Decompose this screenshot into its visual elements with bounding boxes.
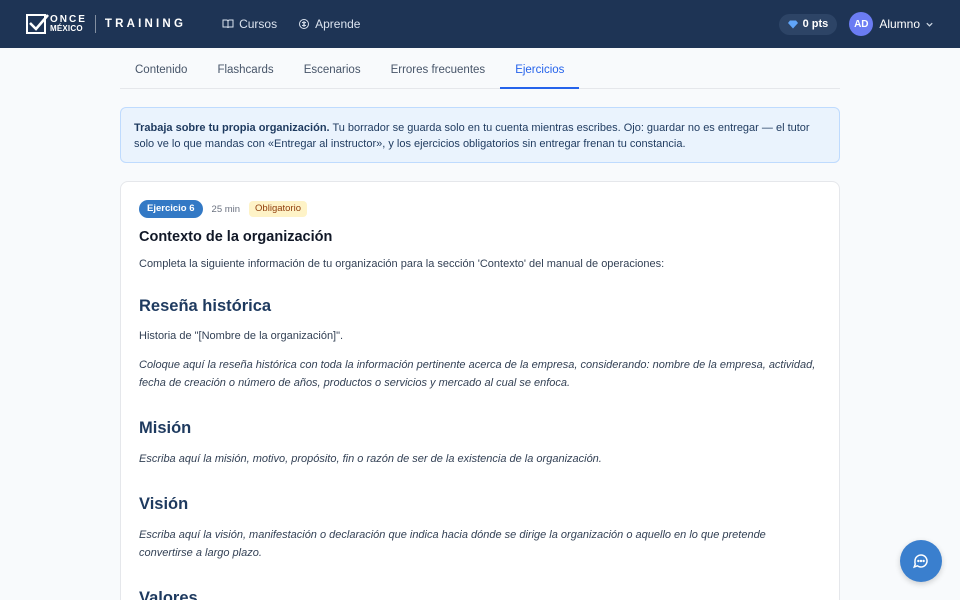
banner-bold-text: Trabaja sobre tu propia organización. bbox=[134, 122, 330, 134]
section-tabs: Contenido Flashcards Escenarios Errores … bbox=[120, 48, 840, 89]
user-menu-name[interactable]: Alumno bbox=[879, 17, 920, 31]
exercise-duration: 25 min bbox=[211, 203, 241, 215]
section-text-resena: Historia de "[Nombre de la organización]… bbox=[139, 330, 344, 342]
exercise-title: Contexto de la organización bbox=[139, 229, 333, 245]
tab-flashcards[interactable]: Flashcards bbox=[202, 48, 288, 89]
avatar-initials: AD bbox=[854, 18, 869, 30]
tab-ejercicios[interactable]: Ejercicios bbox=[500, 48, 580, 89]
logo-text: ONCE MÉXICO bbox=[50, 15, 87, 33]
checkbox-logo-icon bbox=[26, 14, 49, 34]
section-guidance-mision: Escriba aquí la misión, motivo, propósit… bbox=[139, 453, 602, 465]
section-guidance-vision: Escriba aquí la visión, manifestación o … bbox=[139, 529, 766, 559]
book-icon bbox=[222, 19, 234, 29]
nav-cursos-label: Cursos bbox=[239, 17, 278, 31]
top-bar: ONCE MÉXICO TRAINING Cursos Aprende 0 pt… bbox=[0, 0, 960, 48]
exercise-intro: Completa la siguiente información de tu … bbox=[139, 258, 665, 270]
brain-icon bbox=[299, 19, 310, 29]
nav-aprende-label: Aprende bbox=[315, 17, 361, 31]
exercise-meta: Ejercicio 6 25 min Obligatorio bbox=[139, 200, 821, 218]
section-heading-vision: Visión bbox=[139, 495, 189, 513]
exercise-card: Ejercicio 6 25 min Obligatorio Contexto … bbox=[120, 181, 840, 600]
points-badge[interactable]: 0 pts bbox=[778, 13, 838, 35]
tab-contenido[interactable]: Contenido bbox=[120, 48, 202, 89]
tab-errores-frecuentes[interactable]: Errores frecuentes bbox=[376, 48, 501, 89]
info-banner: Trabaja sobre tu propia organización. Tu… bbox=[120, 107, 840, 163]
chat-button[interactable] bbox=[900, 540, 942, 582]
section-heading-resena: Reseña histórica bbox=[139, 297, 272, 315]
main-nav: Cursos Aprende bbox=[222, 17, 381, 31]
section-heading-valores: Valores bbox=[139, 589, 198, 600]
chevron-down-icon[interactable] bbox=[925, 20, 934, 29]
gem-icon bbox=[787, 20, 798, 28]
logo[interactable]: ONCE MÉXICO TRAINING bbox=[26, 0, 186, 48]
nav-cursos[interactable]: Cursos bbox=[222, 17, 277, 31]
logo-divider bbox=[94, 15, 96, 33]
chat-bubble-icon bbox=[913, 554, 928, 569]
required-badge: Obligatorio bbox=[249, 201, 307, 217]
avatar[interactable]: AD bbox=[849, 12, 874, 36]
nav-aprende[interactable]: Aprende bbox=[298, 17, 360, 31]
exercise-number-badge: Ejercicio 6 bbox=[139, 200, 203, 218]
brand-title: TRAINING bbox=[104, 18, 187, 30]
logo-line-2: MÉXICO bbox=[50, 24, 83, 33]
section-heading-mision: Misión bbox=[139, 419, 192, 437]
points-value: 0 pts bbox=[802, 18, 829, 30]
section-guidance-resena: Coloque aquí la reseña histórica con tod… bbox=[139, 359, 816, 389]
tab-escenarios[interactable]: Escenarios bbox=[289, 48, 376, 89]
